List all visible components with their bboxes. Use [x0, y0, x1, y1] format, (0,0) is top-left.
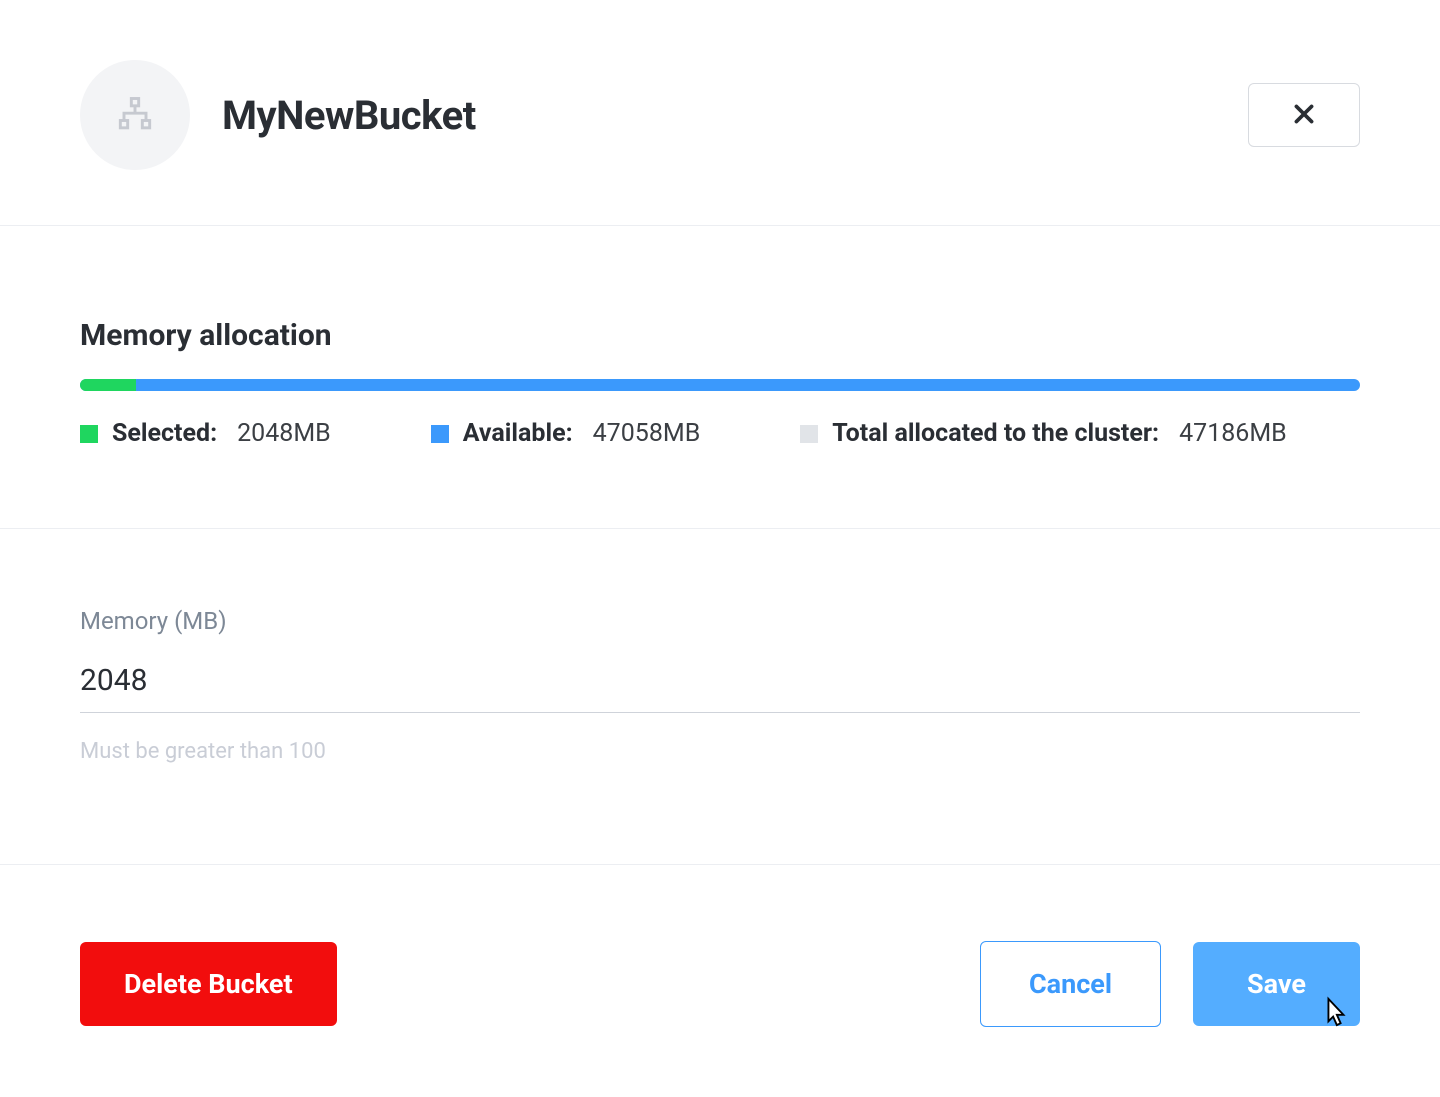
memory-input-label: Memory (MB): [80, 607, 1360, 635]
bucket-icon: [80, 60, 190, 170]
legend-label-selected: Selected:: [112, 419, 217, 448]
legend-label-total: Total allocated to the cluster:: [832, 419, 1159, 448]
save-button[interactable]: Save: [1193, 942, 1360, 1026]
legend-value-total: 47186MB: [1179, 419, 1287, 448]
save-button-label: Save: [1247, 968, 1306, 1000]
dialog-footer: Delete Bucket Cancel Save: [0, 865, 1440, 1097]
legend-swatch-total: [800, 425, 818, 443]
legend-swatch-selected: [80, 425, 98, 443]
delete-bucket-button[interactable]: Delete Bucket: [80, 942, 337, 1026]
legend-label-available: Available:: [463, 419, 573, 448]
memory-input-section: Memory (MB) Must be greater than 100: [0, 529, 1440, 865]
legend-value-selected: 2048MB: [237, 419, 331, 448]
cursor-pointer-icon: [1320, 996, 1350, 1032]
memory-bar-selected: [80, 379, 136, 391]
memory-input-hint: Must be greater than 100: [80, 739, 1360, 764]
dialog-header: MyNewBucket: [0, 0, 1440, 226]
memory-allocation-title: Memory allocation: [80, 318, 1360, 353]
bucket-title: MyNewBucket: [222, 92, 476, 139]
memory-allocation-bar: [80, 379, 1360, 391]
memory-allocation-section: Memory allocation Selected: 2048MB Avail…: [0, 226, 1440, 529]
legend-swatch-available: [431, 425, 449, 443]
close-button[interactable]: [1248, 83, 1360, 147]
cancel-button[interactable]: Cancel: [980, 941, 1161, 1027]
memory-bar-available: [80, 379, 1360, 391]
close-icon: [1291, 101, 1317, 130]
memory-input[interactable]: [80, 657, 1360, 713]
legend-value-available: 47058MB: [593, 419, 701, 448]
memory-legend: Selected: 2048MB Available: 47058MB Tota…: [80, 419, 1360, 448]
